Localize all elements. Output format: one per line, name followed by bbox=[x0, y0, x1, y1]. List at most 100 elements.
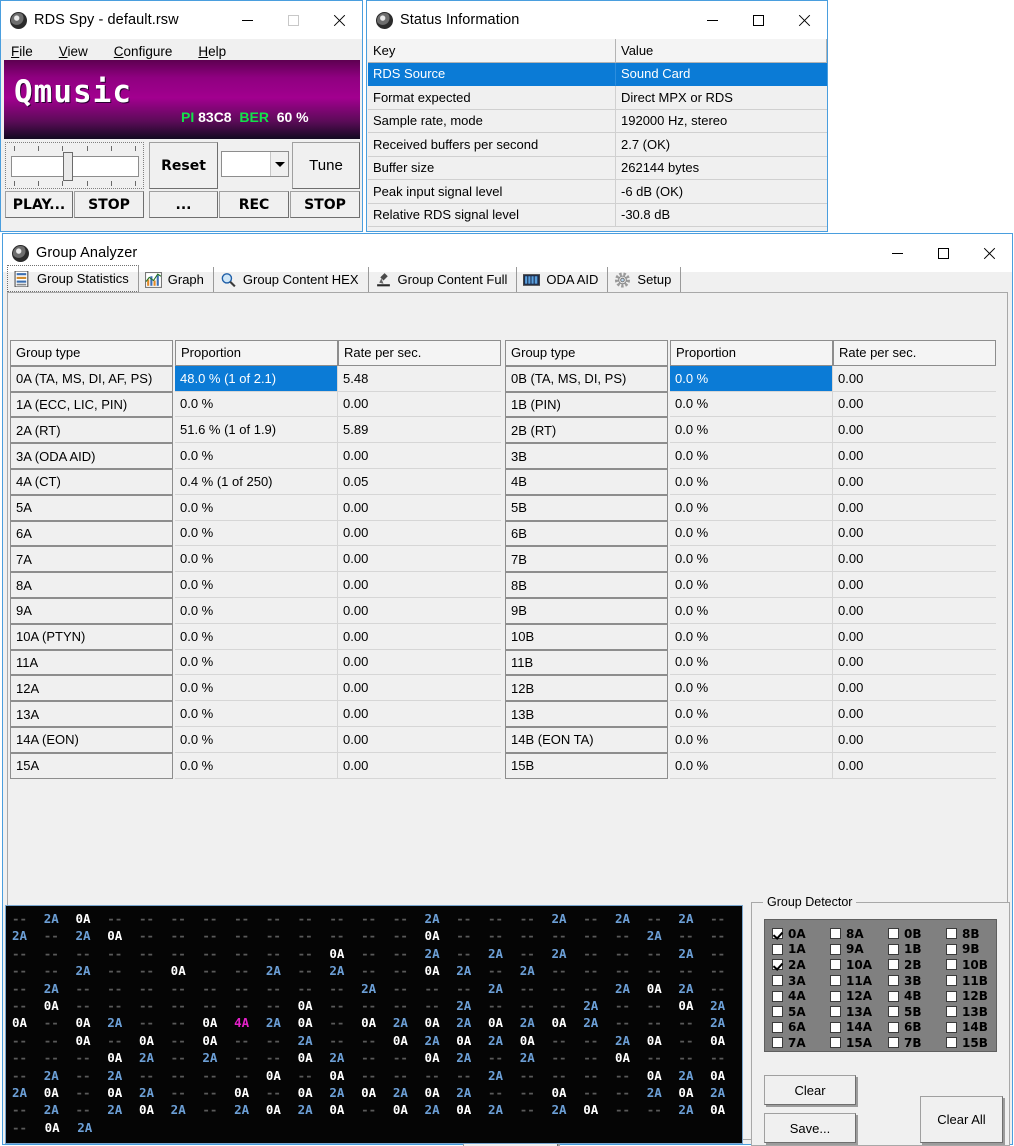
detector-checkbox-5a[interactable]: 5A bbox=[772, 1004, 830, 1020]
table-row[interactable]: 4B 0.0 % 0.00 bbox=[505, 468, 996, 495]
table-row[interactable]: 15B 0.0 % 0.00 bbox=[505, 752, 996, 779]
detector-checkbox-1b[interactable]: 1B bbox=[888, 942, 946, 958]
detector-checkbox-9a[interactable]: 9A bbox=[830, 942, 888, 958]
tab-oda-aid[interactable]: ODA AID bbox=[517, 267, 609, 292]
detector-checkbox-9b[interactable]: 9B bbox=[946, 942, 1004, 958]
checkbox-icon[interactable] bbox=[888, 1006, 899, 1018]
tab-setup[interactable]: Setup bbox=[608, 267, 682, 292]
rds-spy-titlebar[interactable]: RDS Spy - default.rsw bbox=[1, 1, 362, 39]
detector-checkbox-12a[interactable]: 12A bbox=[830, 988, 888, 1004]
tune-button[interactable]: Tune bbox=[292, 142, 360, 189]
checkbox-icon[interactable] bbox=[772, 928, 783, 940]
detector-checkbox-2a[interactable]: 2A bbox=[772, 957, 830, 973]
table-row[interactable]: Peak input signal level -6 dB (OK) bbox=[368, 180, 827, 204]
browse-button[interactable]: ... bbox=[149, 191, 218, 218]
minimize-button[interactable] bbox=[224, 1, 270, 39]
detector-checkbox-11b[interactable]: 11B bbox=[946, 973, 1004, 989]
tab-group-statistics[interactable]: Group Statistics bbox=[7, 265, 139, 292]
detector-checkbox-8a[interactable]: 8A bbox=[830, 926, 888, 942]
reset-button[interactable]: Reset bbox=[149, 142, 218, 189]
table-row[interactable]: 9A 0.0 % 0.00 bbox=[10, 597, 501, 624]
detector-checkbox-7a[interactable]: 7A bbox=[772, 1035, 830, 1051]
table-row[interactable]: 10A (PTYN) 0.0 % 0.00 bbox=[10, 623, 501, 650]
table-row[interactable]: 12B 0.0 % 0.00 bbox=[505, 675, 996, 702]
table-row[interactable]: 10B 0.0 % 0.00 bbox=[505, 623, 996, 650]
table-row[interactable]: 3A (ODA AID) 0.0 % 0.00 bbox=[10, 443, 501, 469]
table-row[interactable]: 8A 0.0 % 0.00 bbox=[10, 572, 501, 598]
table-row[interactable]: Sample rate, mode 192000 Hz, stereo bbox=[368, 109, 827, 133]
detector-checkbox-14a[interactable]: 14A bbox=[830, 1020, 888, 1036]
checkbox-icon[interactable] bbox=[888, 943, 899, 955]
detector-checkbox-8b[interactable]: 8B bbox=[946, 926, 1004, 942]
position-slider[interactable] bbox=[5, 142, 144, 189]
checkbox-icon[interactable] bbox=[830, 1037, 841, 1049]
detector-checkbox-15a[interactable]: 15A bbox=[830, 1035, 888, 1051]
detector-checkbox-0b[interactable]: 0B bbox=[888, 926, 946, 942]
detector-checkbox-11a[interactable]: 11A bbox=[830, 973, 888, 989]
checkbox-icon[interactable] bbox=[830, 943, 841, 955]
table-row[interactable]: 8B 0.0 % 0.00 bbox=[505, 572, 996, 598]
checkbox-icon[interactable] bbox=[830, 959, 841, 971]
detector-checkbox-12b[interactable]: 12B bbox=[946, 988, 1004, 1004]
menu-view[interactable]: View bbox=[59, 44, 88, 59]
detector-checkbox-13a[interactable]: 13A bbox=[830, 1004, 888, 1020]
checkbox-icon[interactable] bbox=[772, 1021, 783, 1033]
tab-graph[interactable]: Graph bbox=[139, 267, 214, 292]
table-row[interactable]: 0A (TA, MS, DI, AF, PS) 48.0 % (1 of 2.1)… bbox=[10, 365, 501, 392]
table-row[interactable]: 6A 0.0 % 0.00 bbox=[10, 520, 501, 547]
table-row[interactable]: 5B 0.0 % 0.00 bbox=[505, 494, 996, 521]
close-button[interactable] bbox=[966, 234, 1012, 272]
table-row[interactable]: Relative RDS signal level -30.8 dB bbox=[368, 203, 827, 227]
table-row[interactable]: 13A 0.0 % 0.00 bbox=[10, 701, 501, 727]
table-row[interactable]: 14A (EON) 0.0 % 0.00 bbox=[10, 726, 501, 753]
menu-configure[interactable]: Configure bbox=[114, 44, 173, 59]
detector-checkbox-13b[interactable]: 13B bbox=[946, 1004, 1004, 1020]
menu-help[interactable]: Help bbox=[198, 44, 226, 59]
checkbox-icon[interactable] bbox=[946, 990, 957, 1002]
checkbox-icon[interactable] bbox=[888, 959, 899, 971]
maximize-button[interactable] bbox=[735, 1, 781, 39]
close-button[interactable] bbox=[316, 1, 362, 39]
status-info-titlebar[interactable]: Status Information bbox=[367, 1, 827, 39]
checkbox-icon[interactable] bbox=[830, 1021, 841, 1033]
table-row[interactable]: 11B 0.0 % 0.00 bbox=[505, 649, 996, 676]
detector-checkbox-14b[interactable]: 14B bbox=[946, 1020, 1004, 1036]
table-row[interactable]: 9B 0.0 % 0.00 bbox=[505, 597, 996, 624]
table-row[interactable]: 14B (EON TA) 0.0 % 0.00 bbox=[505, 726, 996, 753]
checkbox-icon[interactable] bbox=[946, 959, 957, 971]
checkbox-icon[interactable] bbox=[772, 959, 783, 971]
table-row[interactable]: 5A 0.0 % 0.00 bbox=[10, 494, 501, 521]
table-row[interactable]: 15A 0.0 % 0.00 bbox=[10, 752, 501, 779]
table-row[interactable]: Buffer size 262144 bytes bbox=[368, 156, 827, 180]
detector-clear-button[interactable]: Clear bbox=[764, 1075, 856, 1105]
table-row[interactable]: 7B 0.0 % 0.00 bbox=[505, 546, 996, 573]
checkbox-icon[interactable] bbox=[772, 1006, 783, 1018]
tune-frequency-combo[interactable] bbox=[221, 151, 289, 177]
table-row[interactable]: 0B (TA, MS, DI, PS) 0.0 % 0.00 bbox=[505, 365, 996, 392]
checkbox-icon[interactable] bbox=[772, 975, 783, 987]
table-row[interactable]: Format expected Direct MPX or RDS bbox=[368, 86, 827, 110]
checkbox-icon[interactable] bbox=[946, 975, 957, 987]
checkbox-icon[interactable] bbox=[830, 928, 841, 940]
detector-checkbox-4a[interactable]: 4A bbox=[772, 988, 830, 1004]
detector-checkbox-15b[interactable]: 15B bbox=[946, 1035, 1004, 1051]
checkbox-icon[interactable] bbox=[888, 990, 899, 1002]
checkbox-icon[interactable] bbox=[772, 943, 783, 955]
record-button[interactable]: REC bbox=[219, 191, 289, 218]
minimize-button[interactable] bbox=[689, 1, 735, 39]
detector-checkbox-4b[interactable]: 4B bbox=[888, 988, 946, 1004]
checkbox-icon[interactable] bbox=[888, 928, 899, 940]
checkbox-icon[interactable] bbox=[772, 990, 783, 1002]
close-button[interactable] bbox=[781, 1, 827, 39]
tab-group-content-hex[interactable]: Group Content HEX bbox=[214, 267, 369, 292]
table-row[interactable]: 2B (RT) 0.0 % 0.00 bbox=[505, 417, 996, 444]
table-row[interactable]: 7A 0.0 % 0.00 bbox=[10, 546, 501, 573]
table-row[interactable]: Received buffers per second 2.7 (OK) bbox=[368, 133, 827, 157]
checkbox-icon[interactable] bbox=[946, 943, 957, 955]
detector-checkbox-6b[interactable]: 6B bbox=[888, 1020, 946, 1036]
maximize-button[interactable] bbox=[920, 234, 966, 272]
stop-record-button[interactable]: STOP bbox=[290, 191, 360, 218]
detector-checkbox-0a[interactable]: 0A bbox=[772, 926, 830, 942]
table-row[interactable]: 11A 0.0 % 0.00 bbox=[10, 649, 501, 676]
table-row[interactable]: 4A (CT) 0.4 % (1 of 250) 0.05 bbox=[10, 468, 501, 495]
